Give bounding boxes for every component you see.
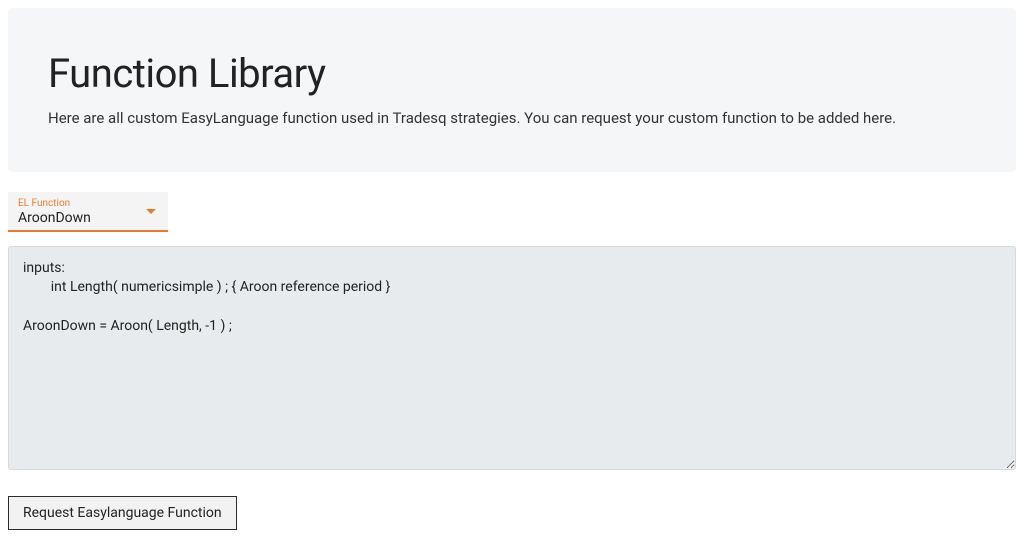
code-area-wrapper: [0, 232, 1024, 474]
el-function-select-value: AroonDown: [18, 210, 158, 226]
request-easylanguage-function-button[interactable]: Request Easylanguage Function: [8, 496, 237, 530]
request-row: Request Easylanguage Function: [0, 474, 1024, 530]
page-subtitle: Here are all custom EasyLanguage functio…: [48, 107, 976, 130]
header-panel: Function Library Here are all custom Eas…: [8, 8, 1016, 172]
controls-row: EL Function AroonDown: [0, 172, 1024, 232]
el-function-select[interactable]: EL Function AroonDown: [8, 192, 168, 232]
el-function-select-label: EL Function: [18, 198, 158, 209]
page-title: Function Library: [48, 50, 976, 97]
code-textarea[interactable]: [8, 246, 1016, 470]
chevron-down-icon: [146, 209, 156, 214]
